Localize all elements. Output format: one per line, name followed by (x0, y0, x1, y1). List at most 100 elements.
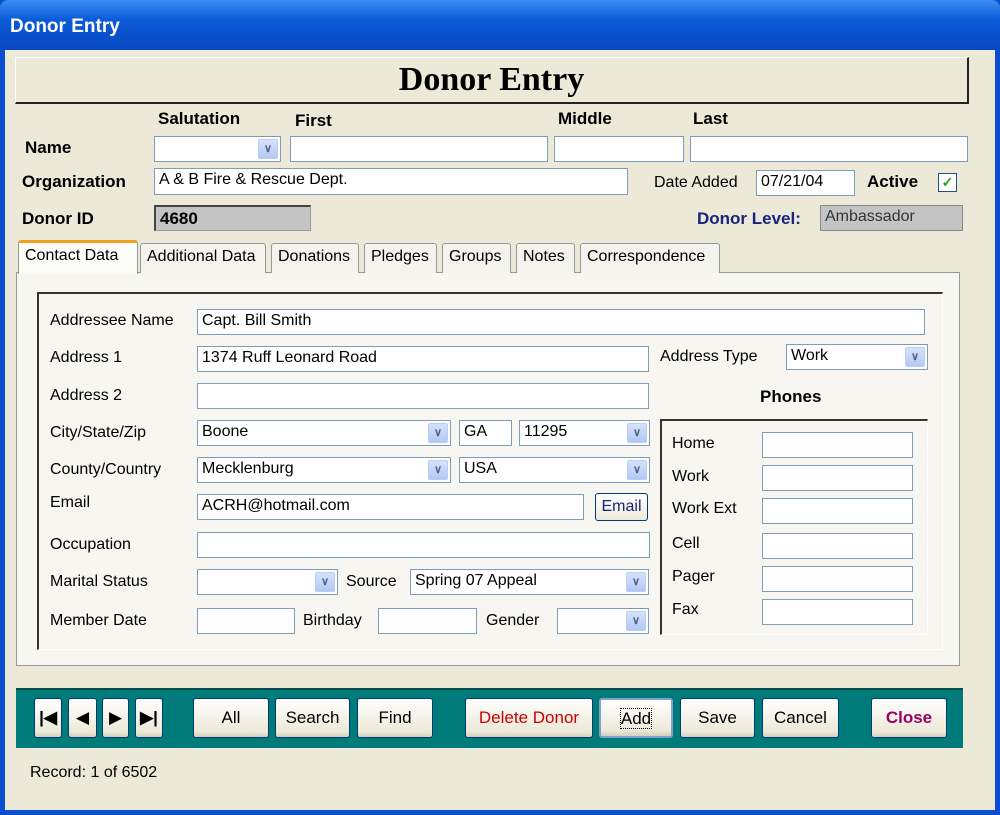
delete-donor-button[interactable]: Delete Donor (465, 698, 593, 738)
last-record-button[interactable]: ▶| (135, 698, 163, 738)
tab-groups[interactable]: Groups (442, 243, 511, 273)
all-button[interactable]: All (193, 698, 269, 738)
organization-input[interactable]: A & B Fire & Rescue Dept. (154, 168, 628, 195)
middle-name-input[interactable] (554, 136, 684, 162)
country-combo[interactable]: USA ∨ (459, 457, 650, 483)
chevron-down-icon[interactable]: ∨ (428, 423, 448, 443)
phone-cell-input[interactable] (762, 533, 913, 559)
chevron-down-icon[interactable]: ∨ (315, 572, 335, 592)
county-combo[interactable]: Mecklenburg ∨ (197, 457, 451, 483)
active-checkbox[interactable]: ✓ (938, 173, 957, 192)
address-type-combo[interactable]: Work ∨ (786, 344, 928, 370)
tab-pledges[interactable]: Pledges (364, 243, 437, 273)
chevron-down-icon[interactable]: ∨ (905, 347, 925, 367)
search-button[interactable]: Search (275, 698, 350, 738)
member-date-label: Member Date (50, 612, 147, 629)
first-label: First (295, 111, 332, 130)
phone-work-input[interactable] (762, 465, 913, 491)
find-button[interactable]: Find (357, 698, 433, 738)
address2-input[interactable] (197, 383, 649, 409)
chevron-down-icon[interactable]: ∨ (627, 423, 647, 443)
title-bar: Donor Entry (0, 0, 1000, 50)
birthday-input[interactable] (378, 608, 477, 634)
previous-record-button[interactable]: ◀ (68, 698, 97, 738)
zip-value: 11295 (524, 423, 568, 440)
first-record-icon: |◀ (39, 708, 57, 727)
phone-work-ext-label: Work Ext (672, 500, 737, 517)
address1-label: Address 1 (50, 349, 123, 366)
phone-work-label: Work (672, 468, 710, 485)
add-button-label: Add (619, 708, 653, 729)
window-title: Donor Entry (10, 16, 120, 37)
phone-work-ext-input[interactable] (762, 498, 913, 524)
state-input[interactable]: GA (459, 420, 512, 446)
first-name-input[interactable] (290, 136, 548, 162)
tab-donations[interactable]: Donations (271, 243, 359, 273)
phone-home-input[interactable] (762, 432, 913, 458)
source-label: Source (346, 573, 397, 590)
city-value: Boone (202, 423, 249, 440)
member-date-input[interactable] (197, 608, 295, 634)
tab-additional-data[interactable]: Additional Data (140, 243, 266, 273)
first-record-button[interactable]: |◀ (34, 698, 62, 738)
marital-status-label: Marital Status (50, 573, 148, 590)
zip-combo[interactable]: 11295 ∨ (519, 420, 650, 446)
last-record-icon: ▶| (140, 708, 158, 727)
address-type-label: Address Type (660, 348, 758, 365)
chevron-down-icon[interactable]: ∨ (258, 139, 278, 159)
city-state-zip-label: City/State/Zip (50, 424, 147, 441)
addressee-label: Addressee Name (50, 312, 174, 329)
active-label: Active (867, 172, 919, 191)
name-label: Name (25, 138, 72, 157)
middle-label: Middle (558, 109, 612, 128)
chevron-down-icon[interactable]: ∨ (626, 572, 646, 592)
city-combo[interactable]: Boone ∨ (197, 420, 451, 446)
gender-combo[interactable]: ∨ (557, 608, 649, 634)
phone-pager-input[interactable] (762, 566, 913, 592)
organization-label: Organization (22, 172, 126, 191)
occupation-input[interactable] (197, 532, 650, 558)
phone-pager-label: Pager (672, 568, 715, 585)
donor-level-label: Donor Level: (697, 209, 801, 228)
country-value: USA (464, 460, 497, 477)
save-button[interactable]: Save (680, 698, 755, 738)
next-icon: ▶ (108, 708, 123, 727)
address-type-value: Work (791, 347, 829, 364)
address1-input[interactable]: 1374 Ruff Leonard Road (197, 346, 649, 372)
phone-fax-label: Fax (672, 601, 699, 618)
date-added-input[interactable]: 07/21/04 (756, 170, 855, 196)
donor-id-field: 4680 (154, 205, 311, 231)
date-added-label: Date Added (654, 174, 738, 191)
donor-level-field: Ambassador (820, 205, 963, 231)
salutation-label: Salutation (158, 109, 241, 128)
tab-correspondence[interactable]: Correspondence (580, 243, 720, 273)
phone-cell-label: Cell (672, 535, 700, 552)
email-button[interactable]: Email (595, 493, 648, 521)
source-combo[interactable]: Spring 07 Appeal ∨ (410, 569, 649, 595)
marital-status-combo[interactable]: ∨ (197, 569, 338, 595)
add-button[interactable]: Add (599, 698, 673, 738)
county-country-label: County/Country (50, 461, 162, 478)
salutation-combo[interactable]: ∨ (154, 136, 281, 162)
tab-contact-data[interactable]: Contact Data (18, 240, 138, 274)
chevron-down-icon[interactable]: ∨ (627, 460, 647, 480)
phone-fax-input[interactable] (762, 599, 913, 625)
cancel-button[interactable]: Cancel (762, 698, 839, 738)
record-status: Record: 1 of 6502 (30, 764, 158, 781)
tab-notes[interactable]: Notes (516, 243, 575, 273)
next-record-button[interactable]: ▶ (102, 698, 129, 738)
chevron-down-icon[interactable]: ∨ (626, 611, 646, 631)
email-input[interactable]: ACRH@hotmail.com (197, 494, 584, 520)
occupation-label: Occupation (50, 536, 131, 553)
email-label: Email (50, 494, 91, 511)
addressee-input[interactable]: Capt. Bill Smith (197, 309, 925, 335)
birthday-label: Birthday (303, 612, 362, 629)
last-name-input[interactable] (690, 136, 968, 162)
close-button[interactable]: Close (871, 698, 947, 738)
donor-id-label: Donor ID (22, 209, 94, 228)
chevron-down-icon[interactable]: ∨ (428, 460, 448, 480)
previous-icon: ◀ (75, 708, 90, 727)
gender-label: Gender (486, 612, 540, 629)
county-value: Mecklenburg (202, 460, 294, 477)
phones-title: Phones (760, 387, 822, 406)
